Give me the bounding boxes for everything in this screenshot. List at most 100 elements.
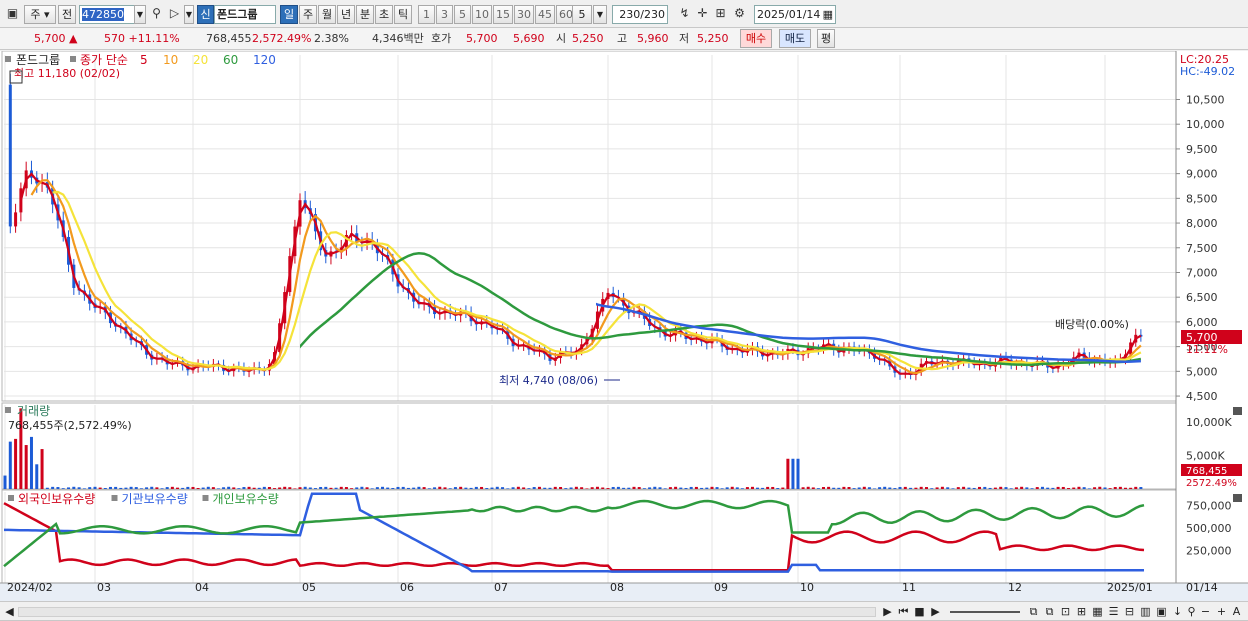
code-value: 472850 [82,8,124,21]
rewind-icon[interactable]: ⏮ [896,604,911,619]
period-1-button[interactable]: 주 [299,5,317,24]
search-chart-icon[interactable]: ⚲ [1184,604,1199,619]
stop-icon[interactable]: ■ [912,604,927,619]
volume-bar [108,486,112,489]
chart-type-icon[interactable]: ⊞ [1074,604,1089,619]
interval-45-button[interactable]: 45 [535,5,555,24]
interval-value[interactable]: 5 [572,5,592,24]
period-3-button[interactable]: 년 [337,5,355,24]
list-view-icon[interactable]: ☰ [1106,604,1121,619]
period-2-button[interactable]: 월 [318,5,336,24]
scroll-right-icon[interactable]: ▶ [880,604,895,619]
volume-bar [909,487,913,489]
speaker-dropdown-icon[interactable]: ▼ [184,5,194,24]
bar-view-icon[interactable]: ▥ [1138,604,1153,619]
layout1-icon[interactable]: ⧉ [1026,604,1041,619]
candle-body [14,212,18,227]
crosshair-icon[interactable]: ✛ [694,5,711,24]
holding-legend-marker [202,495,209,501]
volume-bar [448,488,452,489]
holding-close-icon[interactable] [1233,494,1242,502]
panel-menu-icon[interactable] [5,56,11,62]
play-icon[interactable]: ▶ [928,604,943,619]
lock-icon[interactable]: ⊞ [712,5,729,24]
interval-15-button[interactable]: 15 [493,5,513,24]
interval-1-button[interactable]: 1 [418,5,435,24]
volume-close-icon[interactable] [1233,407,1242,415]
zoom-in-icon[interactable]: + [1214,604,1229,619]
table-view-icon[interactable]: ▦ [1090,604,1105,619]
dividend-note: 배당락(0.00%) [1055,318,1129,331]
gear-icon[interactable]: ⚙ [731,5,748,24]
layout3-icon[interactable]: ⊡ [1058,604,1073,619]
volume-bar [935,487,939,489]
zoom-slider[interactable] [950,611,1020,613]
layout2-icon[interactable]: ⧉ [1042,604,1057,619]
zoom-out-icon[interactable]: − [1198,604,1213,619]
volume-bar [590,487,594,489]
ma-menu-icon[interactable] [70,56,76,62]
volume-bar [1072,487,1076,489]
scroll-left-icon[interactable]: ◀ [2,604,17,619]
volume-bar [386,487,390,489]
buy-button[interactable]: 매수 [740,29,772,48]
stock-chart[interactable]: 10,500 10,000 9,500 9,000 8,500 8,000 7,500 7,0… [0,50,1248,601]
search-icon[interactable]: ⚲ [148,5,165,24]
price-tick: 9,000 [1186,168,1218,181]
volume-bar [501,487,505,489]
sell-button[interactable]: 매도 [779,29,811,48]
volume-bar [883,486,887,489]
expand-view-icon[interactable]: ▣ [1154,604,1169,619]
volume-bar [1040,486,1044,489]
interval-dropdown-icon[interactable]: ▼ [593,5,607,24]
price-tick: 10,500 [1186,93,1225,106]
period-6-button[interactable]: 틱 [394,5,412,24]
day-mode-select[interactable]: 주 ▾ [24,5,56,24]
volume-bar [873,488,876,489]
low-label: 저 [679,32,690,45]
arrow-down-icon[interactable]: ↓ [1170,604,1185,619]
prev-mode-button[interactable]: 전 [58,5,76,24]
volume-bar [1093,487,1097,489]
speaker-icon[interactable]: ▷ [166,5,183,24]
chart-settings-icon[interactable]: ↯ [676,5,693,24]
evaluate-button[interactable]: 평 [817,29,835,48]
date-field[interactable]: 2025/01/14 ▦ [754,5,836,24]
candle-body [8,84,12,227]
holding-legend-0: 외국인보유수량 [18,492,95,506]
volume-bar [972,487,976,489]
interval-30-button[interactable]: 30 [514,5,534,24]
text-tool-icon[interactable]: A [1229,604,1244,619]
interval-3-button[interactable]: 3 [436,5,453,24]
x-axis-label: 09 [714,581,728,594]
code-dropdown-icon[interactable]: ▼ [134,5,146,24]
chart-area[interactable]: 10,500 10,000 9,500 9,000 8,500 8,000 7,500 7,0… [0,50,1248,601]
volume-bar [293,488,297,489]
volume-bar [433,487,437,489]
volume-bar [1113,487,1117,489]
volume-bar [878,487,882,489]
window-icon[interactable]: ▣ [4,5,21,24]
code-input[interactable]: 472850 [79,5,135,24]
volume-menu-icon[interactable] [5,407,11,413]
interval-5-button[interactable]: 5 [454,5,471,24]
moving-averages [20,172,1142,375]
period-5-button[interactable]: 초 [375,5,393,24]
volume-bar [756,487,760,489]
scrollbar-track[interactable] [18,607,876,617]
interval-10-button[interactable]: 10 [472,5,492,24]
x-axis-right-label: 01/14 [1186,581,1218,594]
volume-bar [227,486,231,489]
volume-bar [237,488,241,489]
volume-bar [114,486,118,489]
holding-tick: 750,000 [1186,500,1232,513]
count-field[interactable]: 230/230 [612,5,668,24]
volume-bar [262,486,266,489]
grid-view-icon[interactable]: ⊟ [1122,604,1137,619]
quote-amount: 4,346백만 [372,32,424,45]
period-0-button[interactable]: 일 [280,5,298,24]
calendar-icon[interactable]: ▦ [823,6,833,23]
stock-name-field[interactable]: 폰드그룹 [214,5,276,24]
quote-price: 5,700 ▲ [34,32,78,45]
period-4-button[interactable]: 분 [356,5,374,24]
